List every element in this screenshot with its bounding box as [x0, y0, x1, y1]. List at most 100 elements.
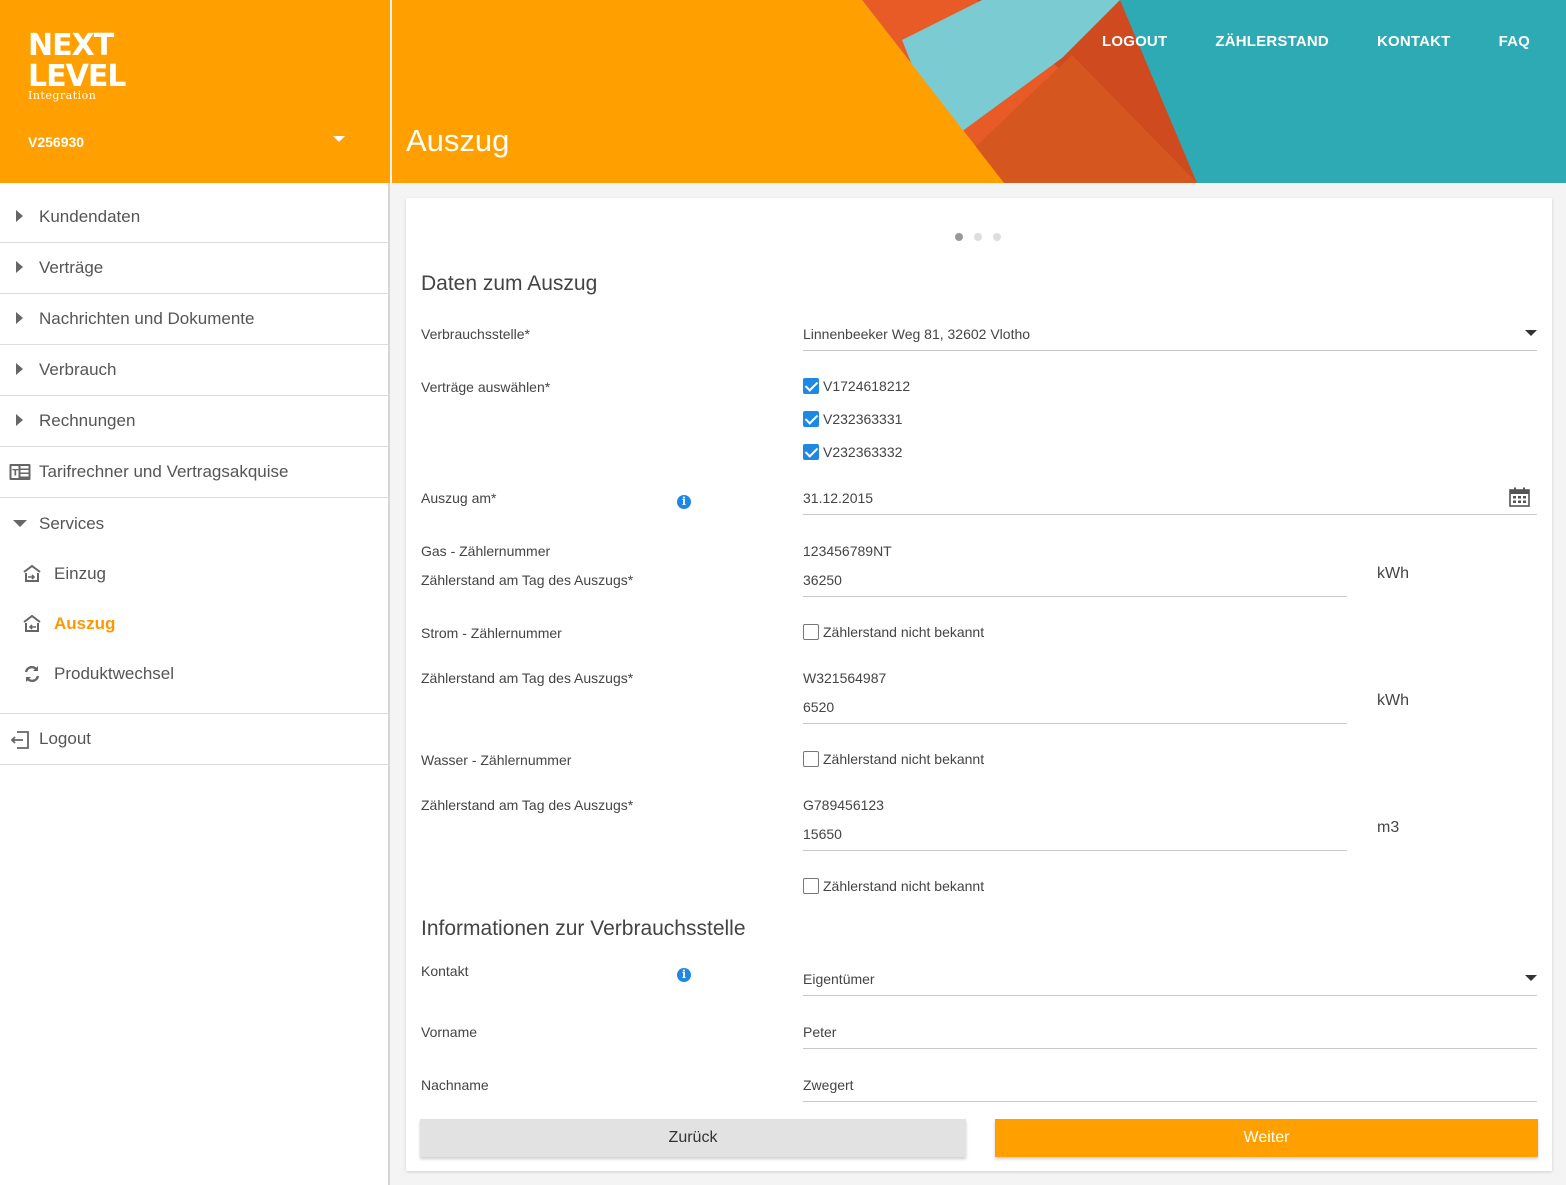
strom-zaehlernummer-value: W321564987 [803, 670, 887, 686]
step-dot[interactable] [993, 233, 1001, 241]
step-dot-active[interactable] [955, 233, 963, 241]
step-dot[interactable] [974, 233, 982, 241]
caret-right-icon [16, 312, 23, 324]
svg-text:T: T [12, 469, 19, 479]
next-button[interactable]: Weiter [995, 1119, 1538, 1157]
form-card: Daten zum Auszug Verbrauchsstelle* Linne… [406, 198, 1552, 1171]
calculator-table-icon: T [9, 463, 31, 486]
sidebar-item-verbrauch[interactable]: Verbrauch [0, 345, 390, 396]
wasser-unknown-checkbox[interactable]: Zählerstand nicht bekannt [803, 878, 984, 894]
vorname-value: Peter [803, 1024, 837, 1040]
vertrag-checkbox-1[interactable]: V1724618212 [803, 378, 910, 394]
move-in-icon [22, 564, 42, 589]
vertrag-checkbox-2[interactable]: V232363331 [803, 411, 902, 427]
vorname-label: Vorname [421, 1024, 478, 1040]
back-button[interactable]: Zurück [420, 1119, 966, 1157]
verbrauchsstelle-value: Linnenbeeker Weg 81, 32602 Vlotho [803, 326, 1031, 342]
chevron-down-icon [1525, 330, 1537, 336]
wasser-zaehlernummer-label: Wasser - Zählernummer [421, 752, 572, 768]
sidebar-header: NEXT LEVEL Integration V256930 [0, 0, 390, 183]
checkbox-label: Zählerstand nicht bekannt [823, 878, 985, 894]
top-nav-faq[interactable]: FAQ [1499, 33, 1530, 50]
auszug-date-input[interactable]: 31.12.2015 [803, 487, 1537, 515]
nachname-input[interactable]: Zwegert [803, 1074, 1537, 1102]
strom-unknown-checkbox[interactable]: Zählerstand nicht bekannt [803, 751, 984, 767]
sidebar-subitem-einzug[interactable]: Einzug [0, 549, 390, 599]
caret-right-icon [16, 210, 23, 222]
sidebar-nav: Kundendaten Verträge Nachrichten und Dok… [0, 192, 390, 765]
auszug-date-value: 31.12.2015 [803, 490, 874, 506]
sidebar-item-kundendaten[interactable]: Kundendaten [0, 192, 390, 243]
kontakt-value: Eigentümer [803, 971, 875, 987]
verbrauchsstelle-select[interactable]: Linnenbeeker Weg 81, 32602 Vlotho [803, 323, 1537, 351]
sidebar-group-services: Services Einzug Auszug Produktwechsel [0, 498, 390, 714]
top-nav-zaehlerstand[interactable]: ZÄHLERSTAND [1215, 33, 1329, 50]
strom-zaehlerstand-input[interactable]: 6520 [803, 696, 1347, 724]
page-title: Auszug [406, 123, 510, 158]
sidebar: NEXT LEVEL Integration V256930 Kundendat… [0, 0, 390, 1185]
gas-unknown-checkbox[interactable]: Zählerstand nicht bekannt [803, 624, 984, 640]
strom-zaehlerstand-label: Zählerstand am Tag des Auszugs* [421, 670, 634, 686]
gas-zaehlernummer-value: 123456789NT [803, 543, 892, 559]
section-title-auszug: Daten zum Auszug [421, 272, 598, 295]
sidebar-item-label: Verträge [39, 258, 104, 277]
move-out-icon [22, 614, 42, 639]
sidebar-subitem-produktwechsel[interactable]: Produktwechsel [0, 649, 390, 699]
sidebar-subitem-label: Einzug [54, 564, 106, 583]
top-nav-logout[interactable]: LOGOUT [1102, 33, 1167, 50]
info-icon[interactable]: i [677, 968, 691, 982]
wasser-zaehlerstand-input[interactable]: 15650 [803, 823, 1347, 851]
gas-zaehlerstand-input[interactable]: 36250 [803, 569, 1347, 597]
vertraege-label: Verträge auswählen* [421, 379, 551, 395]
top-nav: LOGOUT ZÄHLERSTAND KONTAKT FAQ [1090, 33, 1566, 50]
sidebar-item-label: Services [39, 513, 105, 533]
top-nav-kontakt[interactable]: KONTAKT [1377, 33, 1451, 50]
gas-zaehlerstand-label: Zählerstand am Tag des Auszugs* [421, 572, 634, 588]
wasser-zaehlernummer-value: G789456123 [803, 797, 884, 813]
vertrag-label: V1724618212 [823, 378, 911, 394]
nachname-value: Zwegert [803, 1077, 854, 1093]
vertrag-label: V232363331 [823, 411, 903, 427]
checkbox-icon [803, 751, 819, 767]
sidebar-item-tarifrechner[interactable]: T Tarifrechner und Vertragsakquise [0, 447, 390, 498]
account-selector[interactable]: V256930 [28, 134, 84, 150]
sidebar-subitem-auszug[interactable]: Auszug [0, 599, 390, 649]
kontakt-select[interactable]: Eigentümer [803, 968, 1537, 996]
calendar-icon[interactable] [1509, 487, 1530, 510]
gas-unit: kWh [1377, 565, 1409, 582]
refresh-icon [22, 664, 42, 689]
logo[interactable]: NEXT LEVEL Integration [28, 30, 126, 102]
caret-right-icon [16, 414, 23, 426]
checkbox-label: Zählerstand nicht bekannt [823, 624, 985, 640]
checkbox-icon [803, 878, 819, 894]
vertrag-label: V232363332 [823, 444, 903, 460]
sidebar-item-label: Nachrichten und Dokumente [39, 309, 255, 328]
info-icon[interactable]: i [677, 495, 691, 509]
chevron-down-icon[interactable] [333, 136, 345, 142]
gas-zaehlerstand-value: 36250 [803, 572, 842, 588]
checkbox-checked-icon [803, 411, 819, 427]
sidebar-subitem-label: Produktwechsel [54, 664, 175, 683]
sidebar-item-label: Verbrauch [39, 360, 117, 379]
checkbox-label: Zählerstand nicht bekannt [823, 751, 985, 767]
sidebar-item-nachrichten[interactable]: Nachrichten und Dokumente [0, 294, 390, 345]
strom-zaehlernummer-label: Strom - Zählernummer [421, 625, 562, 641]
header-banner: Auszug LOGOUT ZÄHLERSTAND KONTAKT FAQ [392, 0, 1566, 183]
chevron-down-icon [1525, 975, 1537, 981]
kontakt-label: Kontakt [421, 963, 469, 979]
caret-right-icon [16, 261, 23, 273]
sidebar-item-services[interactable]: Services [0, 498, 390, 549]
wasser-unit: m3 [1377, 819, 1400, 836]
gas-zaehlernummer-label: Gas - Zählernummer [421, 543, 551, 559]
sidebar-item-rechnungen[interactable]: Rechnungen [0, 396, 390, 447]
banner-graphic [392, 0, 1566, 183]
sidebar-item-vertraege[interactable]: Verträge [0, 243, 390, 294]
auszug-am-label: Auszug am* [421, 490, 497, 506]
sidebar-item-logout[interactable]: Logout [0, 714, 390, 765]
verbrauchsstelle-label: Verbrauchsstelle* [421, 326, 530, 342]
wasser-zaehlerstand-label: Zählerstand am Tag des Auszugs* [421, 797, 634, 813]
caret-right-icon [16, 363, 23, 375]
vertrag-checkbox-3[interactable]: V232363332 [803, 444, 902, 460]
sidebar-subitem-label: Auszug [54, 614, 116, 633]
vorname-input[interactable]: Peter [803, 1021, 1537, 1049]
